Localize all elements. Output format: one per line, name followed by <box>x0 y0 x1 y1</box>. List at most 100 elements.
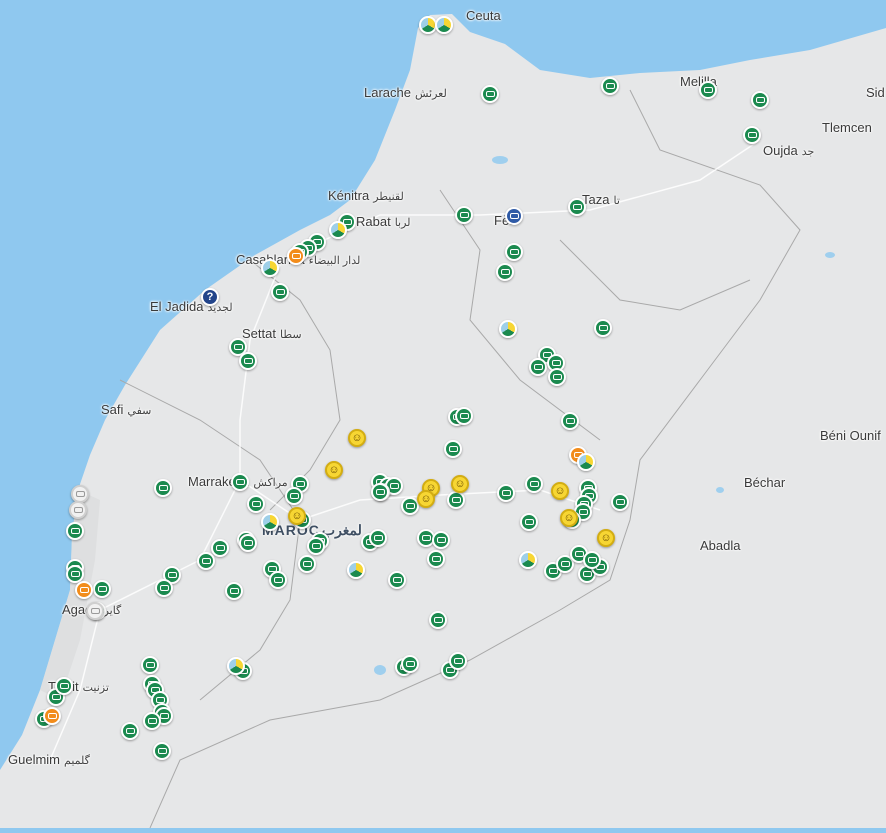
banknote-marker[interactable] <box>121 722 139 740</box>
banknote-marker[interactable] <box>455 407 473 425</box>
banknote-marker[interactable] <box>529 358 547 376</box>
mixed-marker[interactable] <box>435 16 453 34</box>
banknote-icon <box>529 481 539 487</box>
banknote-marker[interactable] <box>497 484 515 502</box>
orange-banknote-marker[interactable] <box>287 247 305 265</box>
orange-banknote-icon <box>47 713 57 719</box>
white-banknote-marker[interactable] <box>69 501 87 519</box>
banknote-marker[interactable] <box>401 655 419 673</box>
banknote-marker[interactable] <box>447 491 465 509</box>
banknote-marker[interactable] <box>231 473 249 491</box>
mixed-marker[interactable] <box>329 221 347 239</box>
banknote-marker[interactable] <box>153 742 171 760</box>
banknote-icon <box>167 572 177 578</box>
banknote-icon <box>70 571 80 577</box>
banknote-marker[interactable] <box>155 579 173 597</box>
banknote-marker[interactable] <box>371 483 389 501</box>
banknote-marker[interactable] <box>481 85 499 103</box>
smiley-marker[interactable]: ☺ <box>560 509 578 527</box>
smiley-marker[interactable]: ☺ <box>288 507 306 525</box>
banknote-marker[interactable] <box>583 551 601 569</box>
banknote-marker[interactable] <box>455 206 473 224</box>
banknote-marker[interactable] <box>93 580 111 598</box>
banknote-marker[interactable] <box>601 77 619 95</box>
banknote-marker[interactable] <box>561 412 579 430</box>
question-marker[interactable]: ? <box>201 288 219 306</box>
banknote-marker[interactable] <box>211 539 229 557</box>
banknote-icon <box>578 509 588 515</box>
banknote-icon <box>703 87 713 93</box>
banknote-marker[interactable] <box>505 243 523 261</box>
banknote-marker[interactable] <box>298 555 316 573</box>
banknote-icon <box>70 528 80 534</box>
banknote-marker[interactable] <box>496 263 514 281</box>
banknote-icon <box>59 683 69 689</box>
banknote-marker[interactable] <box>143 712 161 730</box>
banknote-icon <box>574 551 584 557</box>
mixed-marker[interactable] <box>577 453 595 471</box>
banknote-icon <box>451 497 461 503</box>
banknote-icon <box>436 537 446 543</box>
banknote-marker[interactable] <box>369 529 387 547</box>
banknote-icon <box>51 694 61 700</box>
banknote-marker[interactable] <box>449 652 467 670</box>
banknote-marker[interactable] <box>594 319 612 337</box>
smiley-marker[interactable]: ☺ <box>325 461 343 479</box>
banknote-marker[interactable] <box>548 368 566 386</box>
banknote-marker[interactable] <box>568 198 586 216</box>
banknote-marker[interactable] <box>429 611 447 629</box>
banknote-marker[interactable] <box>55 677 73 695</box>
mixed-marker[interactable] <box>227 657 245 675</box>
banknote-marker[interactable] <box>611 493 629 511</box>
mixed-marker[interactable] <box>499 320 517 338</box>
banknote-icon <box>373 535 383 541</box>
smiley-marker[interactable]: ☺ <box>551 482 569 500</box>
banknote-marker[interactable] <box>247 495 265 513</box>
banknote-marker[interactable] <box>141 656 159 674</box>
orange-banknote-marker[interactable] <box>75 581 93 599</box>
banknote-marker[interactable] <box>154 479 172 497</box>
banknote-marker[interactable] <box>307 537 325 555</box>
banknote-icon <box>582 571 592 577</box>
orange-banknote-marker[interactable] <box>43 707 61 725</box>
banknote-icon <box>251 501 261 507</box>
mixed-marker[interactable] <box>519 551 537 569</box>
banknote-marker[interactable] <box>388 571 406 589</box>
banknote-marker[interactable] <box>271 283 289 301</box>
banknote-marker[interactable] <box>444 440 462 458</box>
banknote-marker[interactable] <box>751 91 769 109</box>
banknote-marker[interactable] <box>269 571 287 589</box>
orange-banknote-icon <box>79 587 89 593</box>
banknote-marker[interactable] <box>427 550 445 568</box>
banknote-marker[interactable] <box>225 582 243 600</box>
banknote-icon <box>548 568 558 574</box>
banknote-icon <box>431 556 441 562</box>
map-canvas[interactable] <box>0 0 886 829</box>
banknote-marker[interactable] <box>743 126 761 144</box>
banknote-marker[interactable] <box>525 475 543 493</box>
banknote-icon <box>405 661 415 667</box>
mixed-marker[interactable] <box>347 561 365 579</box>
smiley-marker[interactable]: ☺ <box>348 429 366 447</box>
mail-marker[interactable] <box>505 207 523 225</box>
banknote-marker[interactable] <box>699 81 717 99</box>
banknote-marker[interactable] <box>285 487 303 505</box>
banknote-marker[interactable] <box>432 531 450 549</box>
banknote-icon <box>405 503 415 509</box>
white-banknote-marker[interactable] <box>86 602 104 620</box>
banknote-marker[interactable] <box>66 522 84 540</box>
banknote-marker[interactable] <box>520 513 538 531</box>
banknote-icon <box>560 561 570 567</box>
mixed-marker[interactable] <box>261 513 279 531</box>
smiley-marker[interactable]: ☺ <box>451 475 469 493</box>
smiley-marker[interactable]: ☺ <box>417 490 435 508</box>
banknote-icon <box>453 658 463 664</box>
banknote-icon <box>273 577 283 583</box>
banknote-marker[interactable] <box>197 552 215 570</box>
banknote-icon <box>448 446 458 452</box>
banknote-marker[interactable] <box>239 534 257 552</box>
smiley-marker[interactable]: ☺ <box>597 529 615 547</box>
mixed-marker[interactable] <box>261 259 279 277</box>
banknote-marker[interactable] <box>239 352 257 370</box>
banknote-icon <box>235 479 245 485</box>
